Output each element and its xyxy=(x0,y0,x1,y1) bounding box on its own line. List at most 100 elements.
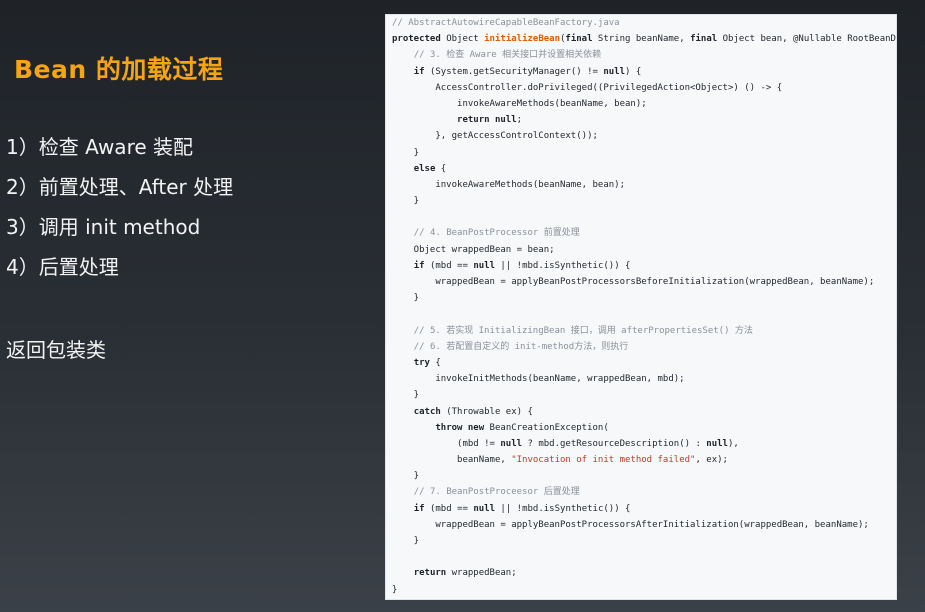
code-comment: // AbstractAutowireCapableBeanFactory.ja… xyxy=(392,18,620,28)
code-line: if (System.getSecurityManager() != null)… xyxy=(392,64,896,80)
code-line: beanName, "Invocation of init method fai… xyxy=(392,452,896,468)
code-line: throw new BeanCreationException( xyxy=(392,420,896,436)
code-line: }, getAccessControlContext()); xyxy=(392,128,896,144)
code-line: } xyxy=(392,193,896,209)
code-string: "Invocation of init method failed" xyxy=(511,455,696,466)
code-text: beanName, xyxy=(392,455,512,466)
code-text: } xyxy=(392,584,398,595)
code-keyword: return null xyxy=(457,115,517,126)
step-item: 2）前置处理、After 处理 xyxy=(6,175,234,199)
code-keyword: null xyxy=(473,260,495,271)
code-text: String beanName, xyxy=(592,34,691,45)
code-keyword: if xyxy=(413,66,425,77)
code-text: || !mbd.isSynthetic()) { xyxy=(495,260,631,271)
code-keyword: null xyxy=(500,438,523,449)
step-item: 1）检查 Aware 装配 xyxy=(6,135,194,159)
code-comment: // 5. 若实现 InitializingBean 接口，调用 afterPr… xyxy=(413,325,753,336)
code-line: catch (Throwable ex) { xyxy=(392,404,896,420)
code-text: AccessController.doPrivileged((Privilege… xyxy=(392,82,783,93)
code-line: AccessController.doPrivileged((Privilege… xyxy=(392,80,896,96)
code-method-name: initializeBean xyxy=(484,34,560,45)
code-line: } xyxy=(392,145,896,161)
code-text: , ex); xyxy=(695,455,728,466)
code-text: invokeAwareMethods(beanName, bean); xyxy=(392,179,625,190)
code-line: } xyxy=(392,290,896,306)
code-text: } xyxy=(392,196,420,207)
code-text: } xyxy=(392,147,420,158)
code-block: // AbstractAutowireCapableBeanFactory.ja… xyxy=(386,15,896,598)
code-text: Object wrappedBean = bean; xyxy=(392,244,555,255)
code-keyword: throw new xyxy=(435,422,485,433)
code-keyword: try xyxy=(413,357,430,368)
code-text: } xyxy=(392,536,420,546)
code-line: // 7. BeanPostProceesor 后置处理 xyxy=(392,484,896,500)
code-line: // 6. 若配置自定义的 init-method方法，则执行 xyxy=(392,339,896,355)
code-text: ; xyxy=(516,115,523,126)
code-text: }, getAccessControlContext()); xyxy=(392,131,598,142)
code-line: } xyxy=(392,533,896,549)
code-keyword: null xyxy=(473,503,495,514)
code-text: || !mbd.isSynthetic()) { xyxy=(495,503,631,514)
code-keyword: final xyxy=(565,34,593,45)
code-comment: // 6. 若配置自定义的 init-method方法，则执行 xyxy=(413,341,629,352)
code-line: // 5. 若实现 InitializingBean 接口，调用 afterPr… xyxy=(392,323,896,339)
code-comment: // 4. BeanPostProcessor 前置处理 xyxy=(413,228,580,239)
code-text: ? mbd.getResourceDescription() : xyxy=(522,438,707,449)
step-item: 4）后置处理 xyxy=(6,255,119,279)
code-line: try { xyxy=(392,355,896,371)
code-text: (mbd == xyxy=(424,503,474,514)
code-line: if (mbd == null || !mbd.isSynthetic()) { xyxy=(392,258,896,274)
code-keyword: null xyxy=(603,66,626,77)
code-comment: // 3. 检查 Aware 相关接口并设置相关依赖 xyxy=(413,50,602,61)
code-line: return wrappedBean; xyxy=(392,565,896,581)
code-text: invokeInitMethods(beanName, wrappedBean,… xyxy=(392,374,685,385)
code-line: protected Object initializeBean(final St… xyxy=(392,31,896,47)
code-text: wrappedBean = applyBeanPostProcessorsBef… xyxy=(392,277,875,287)
code-text: } xyxy=(392,390,420,401)
code-line: wrappedBean = applyBeanPostProcessorsAft… xyxy=(392,517,896,533)
code-line: Object wrappedBean = bean; xyxy=(392,242,896,258)
code-line: if (mbd == null || !mbd.isSynthetic()) { xyxy=(392,501,896,517)
code-line: // 3. 检查 Aware 相关接口并设置相关依赖 xyxy=(392,47,896,63)
code-keyword: null xyxy=(706,438,728,449)
code-panel: // AbstractAutowireCapableBeanFactory.ja… xyxy=(385,14,897,600)
summary-note: 返回包装类 xyxy=(6,338,106,362)
code-text: ), xyxy=(727,438,739,449)
slide-title: Bean 的加载过程 xyxy=(14,55,224,84)
code-text: ) { xyxy=(625,66,642,77)
code-keyword: if xyxy=(413,260,425,271)
code-line: (mbd != null ? mbd.getResourceDescriptio… xyxy=(392,436,896,452)
code-text: BeanCreationException( xyxy=(484,422,609,433)
code-keyword: else xyxy=(413,163,436,174)
code-text: (Throwable ex) { xyxy=(440,406,533,417)
code-keyword: catch xyxy=(413,406,441,417)
code-keyword: protected xyxy=(392,34,441,45)
code-text: Object bean, @Nullable RootBeanDefin xyxy=(722,34,896,45)
code-line: wrappedBean = applyBeanPostProcessorsBef… xyxy=(392,274,896,290)
code-text: } xyxy=(392,293,420,304)
code-line: // 4. BeanPostProcessor 前置处理 xyxy=(392,225,896,241)
code-text: { xyxy=(435,163,447,174)
code-text: { xyxy=(429,357,441,368)
code-text: invokeAwareMethods(beanName, bean); xyxy=(392,98,647,109)
code-line: // AbstractAutowireCapableBeanFactory.ja… xyxy=(392,15,896,31)
code-comment: // 7. BeanPostProceesor 后置处理 xyxy=(413,487,580,498)
code-keyword: if xyxy=(413,503,425,514)
code-text: (System.getSecurityManager() != xyxy=(424,66,604,77)
code-line: else { xyxy=(392,161,896,177)
step-item: 3）调用 init method xyxy=(6,215,201,239)
